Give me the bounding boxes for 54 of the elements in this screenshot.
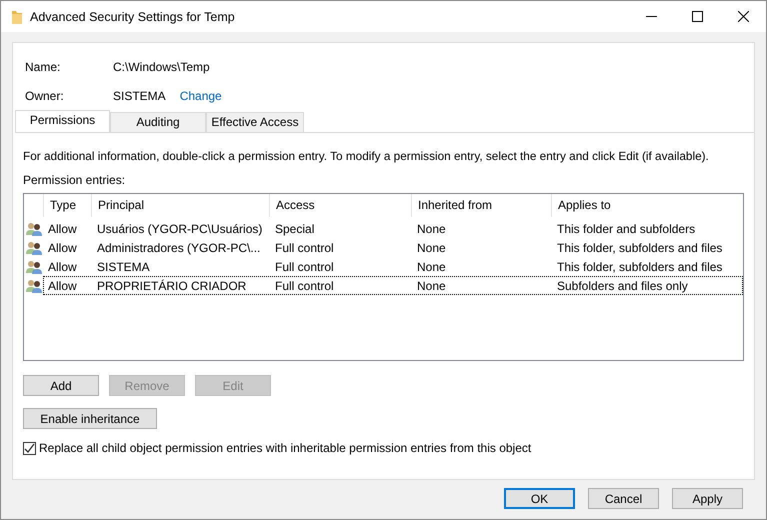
column-header[interactable]: Type	[43, 194, 91, 217]
enable-inheritance-button[interactable]: Enable inheritance	[23, 408, 157, 429]
table-row[interactable]: Allow Administradores (YGOR-PC\... Full control None This folder, subfolders and files	[24, 238, 743, 257]
table-cell-text: None	[416, 222, 447, 236]
users-icon	[26, 260, 42, 274]
checkbox[interactable]	[23, 442, 36, 454]
table-cell-text: None	[416, 278, 447, 292]
users-icon	[26, 278, 42, 292]
tab[interactable]: Auditing	[110, 112, 206, 132]
table-cell-text: This folder and subfolders	[556, 222, 696, 236]
table-cell-text: This folder, subfolders and files	[556, 240, 724, 254]
column-header[interactable]: Access	[269, 194, 411, 217]
owner-label: Owner:	[25, 89, 65, 103]
column-header[interactable]: Principal	[91, 194, 269, 217]
table-cell-text: None	[416, 260, 447, 274]
table-cell-text: This folder, subfolders and files	[556, 260, 724, 274]
add-button[interactable]: Add	[23, 375, 99, 396]
table-cell-text: Administradores (YGOR-PC\...	[96, 240, 262, 254]
folder-icon	[12, 10, 22, 24]
table-cell-text: Allow	[47, 222, 78, 236]
apply-button[interactable]: Apply	[672, 488, 743, 509]
close-icon[interactable]	[738, 11, 749, 22]
table-cell-text: Allow	[47, 260, 78, 274]
table-cell-text: Usuários (YGOR-PC\Usuários)	[96, 222, 264, 236]
table-cell-text: Full control	[274, 240, 335, 254]
users-icon	[26, 222, 42, 236]
tab[interactable]: Permissions	[15, 110, 110, 132]
table-cell-text: Allow	[47, 278, 78, 292]
table-cell-text: Subfolders and files only	[556, 278, 689, 292]
info-text: For additional information, double-click a permission entry. To modify a permission entry, select the entry and click Edit (if available).	[23, 149, 710, 163]
table-cell-text: Special	[274, 222, 316, 236]
table-cell-text: None	[416, 240, 447, 254]
table-cell-text: Allow	[47, 240, 78, 254]
table-cell-text: SISTEMA	[96, 260, 151, 274]
cancel-button[interactable]: Cancel	[588, 488, 659, 509]
users-icon	[26, 240, 42, 254]
column-header[interactable]: Inherited from	[411, 194, 551, 217]
table-row[interactable]: Allow Usuários (YGOR-PC\Usuários) Special None This folder and subfolders	[24, 219, 743, 238]
owner-value: SISTEMA	[113, 89, 166, 103]
name-label: Name:	[25, 60, 62, 74]
permission-entries-label: Permission entries:	[23, 173, 126, 187]
ok-button[interactable]: OK	[504, 488, 575, 509]
column-header[interactable]: Applies to	[551, 194, 734, 217]
table-cell-text: Full control	[274, 278, 335, 292]
table-cell-text: Full control	[274, 260, 335, 274]
table-row[interactable]: Allow SISTEMA Full control None This folder, subfolders and files	[24, 257, 743, 276]
table-row[interactable]: Allow PROPRIETÁRIO CRIADOR Full control None Subfolders and files only	[43, 276, 743, 295]
table-cell-text: PROPRIETÁRIO CRIADOR	[96, 278, 248, 292]
window-title: Advanced Security Settings for Temp	[30, 10, 235, 24]
replace-checkbox-label: Replace all child object permission entries with inheritable permission entries from this object	[39, 441, 532, 455]
name-value: C:\Windows\Temp	[113, 60, 210, 74]
change-link[interactable]: Change	[180, 89, 222, 103]
maximize-icon[interactable]	[692, 11, 703, 22]
tab[interactable]: Effective Access	[206, 112, 304, 132]
